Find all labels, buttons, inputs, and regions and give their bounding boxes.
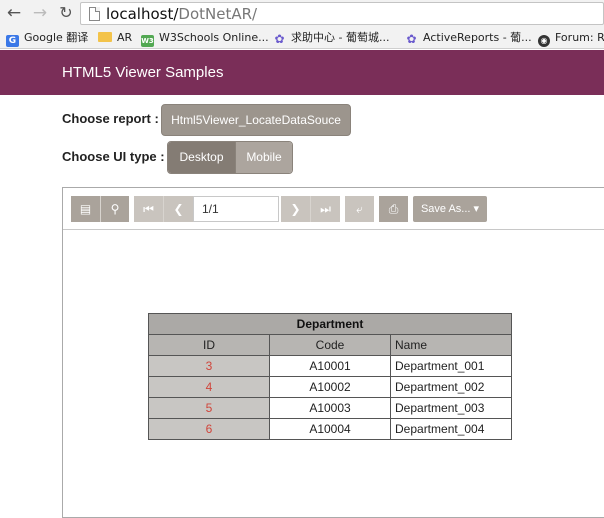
page-number-input[interactable]: 1/1 (193, 196, 279, 222)
browser-nav-bar: ← → ↻ localhost/DotNetAR/ (0, 0, 604, 27)
bookmark-help-center[interactable]: ✿ 求助中心 - 葡萄城... (273, 29, 389, 47)
ui-mobile-button[interactable]: Mobile (235, 142, 292, 173)
table-row: 5 A10003 Department_003 (148, 397, 512, 419)
report-page: Department ID Code Name 3 A10001 Departm… (63, 231, 604, 518)
first-page-icon[interactable]: ⏮ (134, 196, 163, 222)
save-as-button[interactable]: Save As... ▾ (413, 196, 487, 222)
name-cell: Department_002 (390, 376, 512, 398)
id-cell[interactable]: 5 (148, 397, 270, 419)
print-icon[interactable]: ⎙ (379, 196, 408, 222)
choose-report-label: Choose report : (62, 111, 159, 126)
column-header: Code (269, 334, 391, 356)
table-title: Department (148, 313, 512, 335)
bookmark-google-translate[interactable]: G Google 翻译 (6, 29, 88, 47)
page-icon (89, 7, 100, 21)
table-row: 3 A10001 Department_001 (148, 355, 512, 377)
forward-arrow-icon[interactable]: → (30, 3, 50, 23)
ui-type-toggle: Desktop Mobile (167, 141, 293, 174)
google-icon: G (6, 35, 19, 47)
table-row: 4 A10002 Department_002 (148, 376, 512, 398)
name-cell: Department_003 (390, 397, 512, 419)
table-row: 6 A10004 Department_004 (148, 418, 512, 440)
ui-desktop-button[interactable]: Desktop (168, 142, 235, 173)
grapecity-icon: ✿ (406, 32, 417, 46)
name-cell: Department_001 (390, 355, 512, 377)
department-table: Department ID Code Name 3 A10001 Departm… (148, 313, 512, 440)
viewer-toolbar: ▤ ⚲ ⏮ ❮ 1/1 ❯ ⏭ ⤶ ⎙ Save As... ▾ (63, 188, 604, 230)
id-cell[interactable]: 6 (148, 418, 270, 440)
code-cell: A10004 (269, 418, 391, 440)
forum-icon: ◉ (538, 35, 550, 47)
bookmark-ar-folder[interactable]: AR (98, 29, 132, 47)
app-header: HTML5 Viewer Samples (0, 50, 604, 95)
bookmark-activereports[interactable]: ✿ ActiveReports - 葡... (405, 29, 531, 47)
last-page-icon[interactable]: ⏭ (311, 196, 340, 222)
report-viewer: ▤ ⚲ ⏮ ❮ 1/1 ❯ ⏭ ⤶ ⎙ Save As... ▾ Departm… (62, 187, 604, 518)
url-text[interactable]: localhost/DotNetAR/ (106, 5, 257, 23)
next-page-icon[interactable]: ❯ (281, 196, 310, 222)
id-cell[interactable]: 3 (148, 355, 270, 377)
back-to-parent-icon[interactable]: ⤶ (345, 196, 374, 222)
prev-page-icon[interactable]: ❮ (164, 196, 193, 222)
bookmarks-bar: G Google 翻译 AR W3 W3Schools Online... ✿ 求助中… (0, 27, 604, 49)
code-cell: A10002 (269, 376, 391, 398)
bookmark-forum[interactable]: ◉ Forum: R (538, 29, 604, 47)
name-cell: Department_004 (390, 418, 512, 440)
address-bar[interactable]: localhost/DotNetAR/ (80, 2, 604, 25)
id-cell[interactable]: 4 (148, 376, 270, 398)
code-cell: A10003 (269, 397, 391, 419)
folder-icon (98, 32, 112, 42)
w3schools-icon: W3 (141, 35, 154, 47)
back-arrow-icon[interactable]: ← (4, 3, 24, 23)
column-header: ID (148, 334, 270, 356)
toc-icon[interactable]: ▤ (71, 196, 100, 222)
search-icon[interactable]: ⚲ (101, 196, 129, 222)
report-select-button[interactable]: Html5Viewer_LocateDataSouce (161, 104, 351, 136)
code-cell: A10001 (269, 355, 391, 377)
reload-icon[interactable]: ↻ (56, 3, 76, 23)
column-header: Name (390, 334, 512, 356)
bookmark-w3schools[interactable]: W3 W3Schools Online... (141, 29, 269, 47)
choose-ui-label: Choose UI type : (62, 149, 165, 164)
page-title: HTML5 Viewer Samples (62, 64, 224, 81)
grapecity-icon: ✿ (274, 32, 285, 46)
chevron-down-icon: ▾ (473, 203, 480, 215)
